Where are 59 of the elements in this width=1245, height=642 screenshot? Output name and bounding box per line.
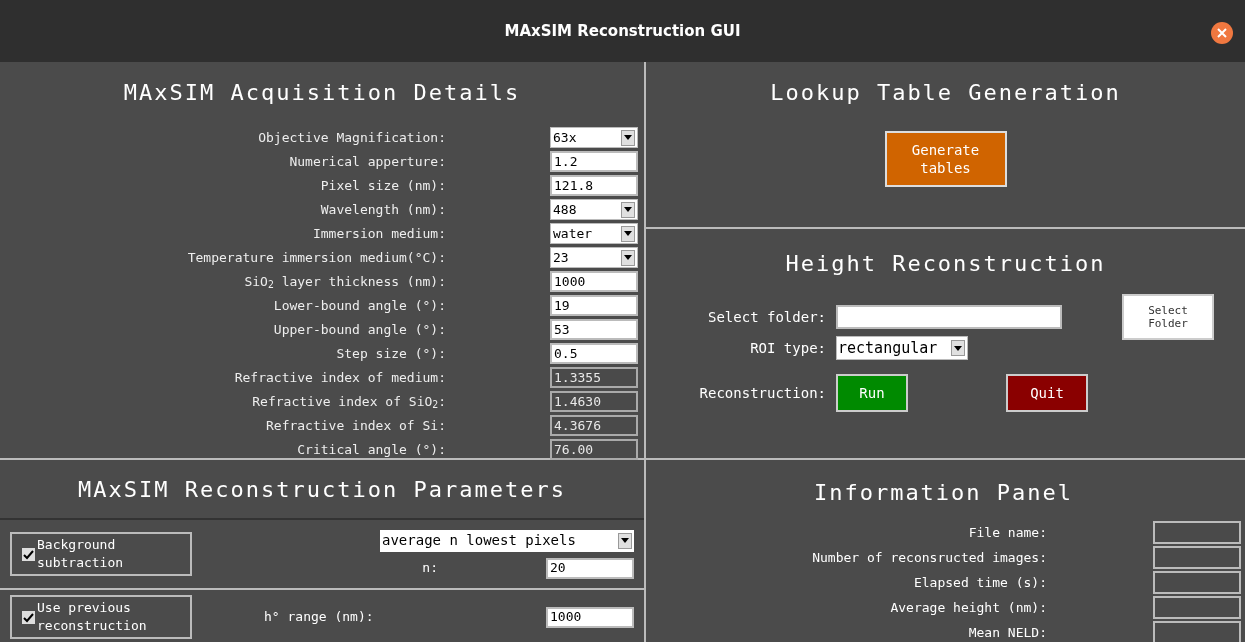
field-label: Select folder: xyxy=(707,307,826,327)
field-label: Numerical apperture: xyxy=(288,152,446,171)
field-label: Refractive index of SiO$_{2}$: xyxy=(251,392,446,412)
run-button[interactable]: Run xyxy=(836,374,908,412)
input-field[interactable]: 121.8 xyxy=(550,175,638,196)
field-label: Refractive index of Si: xyxy=(265,416,446,435)
field-label: Elapsed time (s): xyxy=(912,573,1047,592)
field-label: Average height (nm): xyxy=(889,598,1047,617)
input-field[interactable]: 1000 xyxy=(550,271,638,292)
folder-field[interactable] xyxy=(836,305,1062,329)
generate-tables-button[interactable]: Generate tables xyxy=(884,131,1007,187)
field-label: Objective Magnification: xyxy=(257,128,446,147)
field-label: Immersion medium: xyxy=(311,224,446,243)
section-title: MAxSIM Acquisition Details xyxy=(122,79,522,107)
section-title: Height Reconstruction xyxy=(784,250,1107,278)
input-field[interactable]: 1.2 xyxy=(550,151,638,172)
dropdown[interactable]: 63x xyxy=(550,127,638,148)
close-button[interactable] xyxy=(1211,22,1233,44)
checkbox-box[interactable] xyxy=(22,610,35,624)
field-label: Upper-bound angle (°): xyxy=(272,320,446,339)
dropdown[interactable]: 488 xyxy=(550,199,638,220)
input-field[interactable]: 0.5 xyxy=(550,343,638,364)
input-field[interactable]: 53 xyxy=(550,319,638,340)
field-label: Number of reconsructed images: xyxy=(811,548,1047,567)
field-label: Wavelength (nm): xyxy=(319,200,446,219)
window-title: MAxSIM Reconstruction GUI xyxy=(504,20,741,42)
input-field[interactable]: 20 xyxy=(546,557,634,579)
field-label: Lower-bound angle (°): xyxy=(272,296,446,315)
field-label: Step size (°): xyxy=(335,344,446,363)
field-label: ROI type: xyxy=(749,338,826,358)
field-label: Critical angle (°): xyxy=(296,440,446,459)
input-field[interactable]: 1000 xyxy=(546,606,634,628)
section-title: MAxSIM Reconstruction Parameters xyxy=(78,475,566,504)
field-label: File name: xyxy=(967,523,1047,542)
section-title: Information Panel xyxy=(812,479,1075,507)
readonly-field: 76.00 xyxy=(550,439,638,460)
field-label: SiO$_{2}$ layer thickness (nm): xyxy=(243,272,446,292)
field-label: Mean NELD: xyxy=(967,623,1047,642)
dropdown[interactable]: 23 xyxy=(550,247,638,268)
field-label: Temperature immersion medium(°C): xyxy=(186,248,446,267)
checkbox[interactable]: Use previous reconstruction xyxy=(10,595,192,639)
readonly-field: 1.4630 xyxy=(550,391,638,412)
field-label: Pixel size (nm): xyxy=(319,176,446,195)
field-label: Reconstruction: xyxy=(698,383,826,403)
input-field[interactable]: 19 xyxy=(550,295,638,316)
dropdown[interactable]: rectangular xyxy=(836,336,968,360)
dropdown[interactable]: water xyxy=(550,223,638,244)
checkbox[interactable]: Background subtraction xyxy=(10,532,192,576)
field-label: Refractive index of medium: xyxy=(233,368,446,387)
checkbox-box[interactable] xyxy=(22,547,35,561)
select-folder-button[interactable]: Select Folder xyxy=(1122,294,1214,340)
quit-button[interactable]: Quit xyxy=(1006,374,1088,412)
close-icon xyxy=(1217,28,1227,38)
field-label: n: xyxy=(422,559,438,578)
section-title: Lookup Table Generation xyxy=(770,79,1121,107)
readonly-field: 1.3355 xyxy=(550,367,638,388)
readonly-field: 4.3676 xyxy=(550,415,638,436)
dropdown[interactable]: average n lowest pixels xyxy=(380,529,634,552)
field-label: h° range (nm): xyxy=(264,608,374,627)
